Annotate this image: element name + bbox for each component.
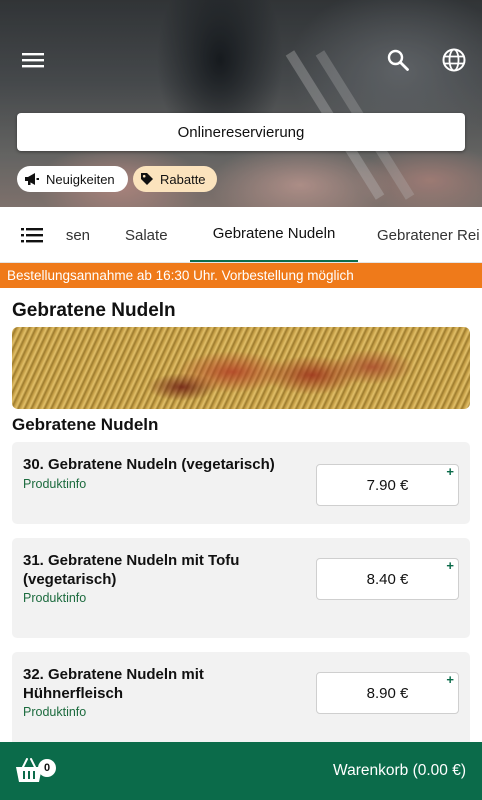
product-name: 31. Gebratene Nudeln mit Tofu (vegetaris… bbox=[23, 552, 240, 588]
menu-button[interactable] bbox=[13, 40, 53, 80]
category-tab-bar: sen Salate Gebratene Nudeln Gebratener R… bbox=[0, 207, 482, 263]
product-info-link[interactable]: Produktinfo bbox=[23, 705, 86, 719]
section-image bbox=[12, 327, 470, 409]
search-icon bbox=[387, 49, 409, 71]
add-to-cart-button[interactable]: 7.90 € + bbox=[316, 464, 459, 506]
news-chip-label: Neuigkeiten bbox=[46, 171, 115, 187]
discounts-chip-label: Rabatte bbox=[160, 171, 206, 187]
language-button[interactable] bbox=[434, 40, 474, 80]
product-price: 8.40 € bbox=[366, 570, 409, 588]
section-title: Gebratene Nudeln bbox=[12, 300, 176, 321]
plus-icon: + bbox=[446, 672, 454, 687]
search-button[interactable] bbox=[378, 40, 418, 80]
cart-bar[interactable]: Warenkorb (0.00 €) bbox=[0, 742, 482, 800]
product-name: 32. Gebratene Nudeln mit Hühnerfleisch bbox=[23, 666, 204, 702]
tab-label: sen bbox=[65, 226, 90, 244]
add-to-cart-button[interactable]: 8.90 € + bbox=[316, 672, 459, 714]
product-info-link[interactable]: Produktinfo bbox=[23, 477, 86, 491]
order-notice-banner: Bestellungsannahme ab 16:30 Uhr. Vorbest… bbox=[0, 263, 482, 288]
list-icon bbox=[21, 228, 43, 243]
tag-icon bbox=[141, 173, 153, 185]
menu-icon bbox=[22, 53, 44, 68]
cart-total-label: Warenkorb (0.00 €) bbox=[333, 762, 466, 779]
product-card: 30. Gebratene Nudeln (vegetarisch) Produ… bbox=[12, 442, 470, 524]
globe-icon bbox=[442, 48, 466, 72]
megaphone-icon bbox=[25, 173, 39, 185]
category-list-button[interactable] bbox=[12, 215, 52, 255]
discounts-chip[interactable]: Rabatte bbox=[133, 166, 217, 192]
hero-header: Onlinereservierung Neuigkeiten Rabatte bbox=[0, 0, 482, 207]
online-reservation-button[interactable]: Onlinereservierung bbox=[17, 113, 465, 151]
add-to-cart-button[interactable]: 8.40 € + bbox=[316, 558, 459, 600]
product-info-link[interactable]: Produktinfo bbox=[23, 591, 86, 605]
tab-salate[interactable]: Salate bbox=[125, 207, 168, 262]
tab-partial-previous[interactable]: sen bbox=[60, 207, 90, 262]
cart-count-badge: 0 bbox=[38, 759, 56, 777]
product-name: 30. Gebratene Nudeln (vegetarisch) bbox=[23, 456, 275, 473]
subsection-title: Gebratene Nudeln bbox=[12, 415, 159, 434]
tab-gebratene-nudeln[interactable]: Gebratene Nudeln bbox=[190, 207, 358, 262]
product-card: 32. Gebratene Nudeln mit Hühnerfleisch P… bbox=[12, 652, 470, 747]
product-price: 7.90 € bbox=[366, 476, 409, 494]
plus-icon: + bbox=[446, 464, 454, 479]
tab-gebratener-reis[interactable]: Gebratener Rei bbox=[377, 207, 480, 262]
product-price: 8.90 € bbox=[366, 684, 409, 702]
plus-icon: + bbox=[446, 558, 454, 573]
product-card: 31. Gebratene Nudeln mit Tofu (vegetaris… bbox=[12, 538, 470, 638]
news-chip[interactable]: Neuigkeiten bbox=[17, 166, 128, 192]
